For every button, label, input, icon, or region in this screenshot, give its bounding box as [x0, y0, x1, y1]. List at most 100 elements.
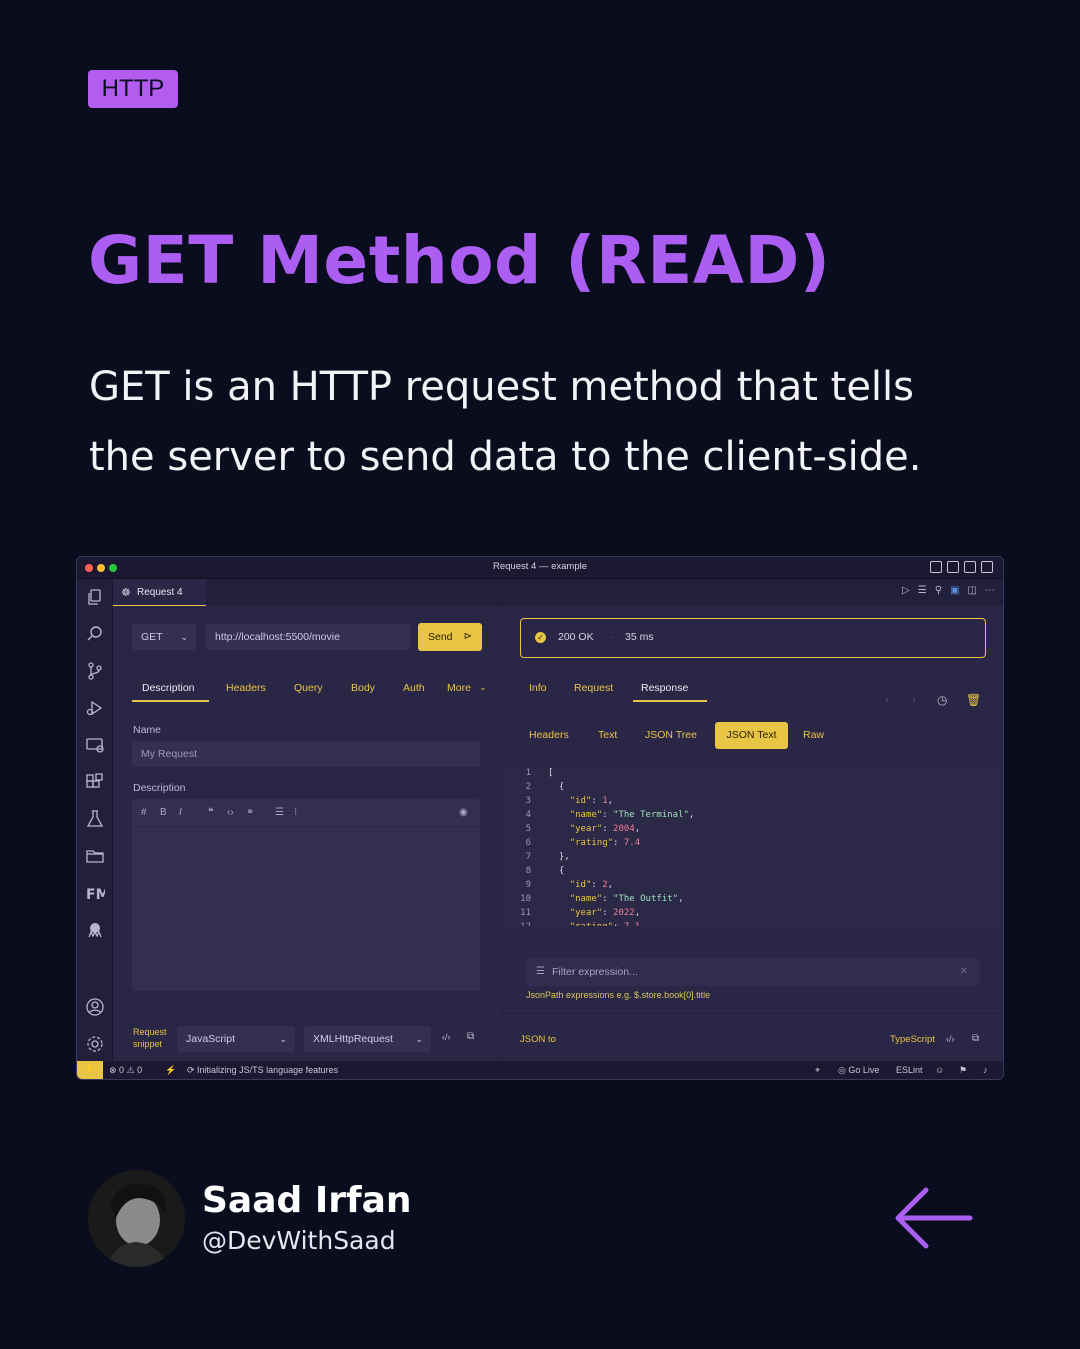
arrow-left-icon[interactable] — [892, 1184, 974, 1252]
plug-icon[interactable]: ⚡ — [165, 1065, 176, 1076]
view-tab-text[interactable]: Text — [598, 729, 617, 741]
tab-body[interactable]: Body — [351, 682, 375, 694]
request-snippet-label: Request snippet — [133, 1026, 167, 1050]
name-label: Name — [133, 724, 162, 736]
more-actions-icon[interactable]: ⋯ — [985, 585, 995, 596]
snippet-label-line-1: Request — [133, 1027, 167, 1037]
tab-auth[interactable]: Auth — [403, 682, 425, 694]
filter-expression-input[interactable]: ☰ Filter expression... ✕ — [526, 958, 980, 986]
description-editor[interactable]: # B I ❝ ‹› ⚭ ☰ ⁝ ◉ — [132, 799, 480, 991]
view-tab-json-tree[interactable]: JSON Tree — [645, 729, 697, 741]
more-chevron-icon: ⌄ — [479, 682, 487, 692]
run-debug-icon[interactable] — [85, 698, 105, 718]
method-select[interactable]: GET ⌄ — [132, 624, 196, 650]
bold-icon[interactable]: B — [160, 807, 167, 818]
snippet-label-line-2: snippet — [133, 1039, 163, 1049]
numbered-list-icon[interactable]: ⁝ — [294, 807, 297, 818]
snippet-library-select[interactable]: XMLHttpRequest ⌄ — [304, 1026, 431, 1052]
code-icon[interactable]: ‹› — [227, 807, 234, 818]
line-number: 11 — [520, 908, 531, 918]
snippet-language-select[interactable]: JavaScript ⌄ — [177, 1026, 295, 1052]
settings-gear-icon[interactable] — [85, 1034, 105, 1054]
list-icon[interactable]: ☰ — [918, 585, 927, 596]
view-code-icon[interactable]: ‹/› — [946, 1034, 955, 1044]
copilot-icon[interactable]: ☺ — [935, 1065, 944, 1075]
split-editor-icon[interactable]: ◫ — [968, 585, 977, 596]
line-number: 6 — [525, 838, 531, 848]
line-number: 3 — [525, 796, 531, 806]
bullet-list-icon[interactable]: ☰ — [275, 807, 284, 818]
customize-layout-icon[interactable] — [981, 561, 993, 573]
copy-icon[interactable]: ⧉ — [467, 1031, 474, 1042]
testing-icon[interactable] — [85, 809, 105, 829]
remote-explorer-icon[interactable] — [85, 735, 105, 755]
title-bar: Request 4 — example — [77, 557, 1003, 579]
tab-headers[interactable]: Headers — [226, 682, 266, 694]
method-value: GET — [141, 631, 163, 643]
tab-response[interactable]: Response — [641, 682, 688, 694]
send-button[interactable]: Send ⊳ — [418, 623, 482, 651]
eslint-status[interactable]: ESLint — [896, 1065, 923, 1075]
folder-icon[interactable] — [85, 846, 105, 866]
heading-icon[interactable]: # — [141, 807, 147, 818]
format-icon[interactable]: ⚲ — [935, 585, 942, 596]
trash-icon[interactable]: 🗑 — [966, 693, 981, 707]
tab-request[interactable]: Request — [574, 682, 613, 694]
copy-icon[interactable]: ⧉ — [972, 1033, 979, 1044]
remote-indicator-icon[interactable]: ⚡ — [77, 1061, 103, 1079]
fm-icon[interactable]: FM — [85, 883, 110, 903]
source-control-icon[interactable] — [85, 661, 105, 681]
back-arrow-icon[interactable]: ‹ — [885, 694, 889, 706]
status-code: 200 OK — [558, 631, 594, 643]
view-tab-json-text[interactable]: JSON Text — [715, 722, 788, 749]
run-icon[interactable]: ▷ — [902, 585, 910, 596]
preview-icon[interactable]: ▣ — [950, 585, 959, 596]
view-code-icon[interactable]: ‹/› — [442, 1032, 451, 1042]
toggle-secondary-sidebar-icon[interactable] — [964, 561, 976, 573]
url-input[interactable]: http://localhost:5500/movie — [206, 624, 410, 650]
window-title: Request 4 — example — [493, 561, 587, 572]
quote-icon[interactable]: ❝ — [208, 807, 213, 818]
clear-filter-icon[interactable]: ✕ — [960, 958, 968, 986]
feedback-icon[interactable]: ⚑ — [959, 1065, 967, 1076]
code-line: "year": 2004, — [569, 824, 641, 834]
account-icon[interactable] — [85, 997, 105, 1017]
tab-info[interactable]: Info — [529, 682, 547, 694]
code-line: }, — [548, 852, 570, 862]
divider — [501, 1013, 1003, 1014]
name-input[interactable]: My Request — [132, 741, 480, 767]
tab-query[interactable]: Query — [294, 682, 323, 694]
json-response-viewer[interactable]: 1 [2 {3 "id": 1, 4 "name": "The Terminal",… — [501, 766, 1003, 926]
search-icon[interactable] — [85, 624, 105, 644]
view-tab-headers[interactable]: Headers — [529, 729, 569, 741]
view-tab-raw[interactable]: Raw — [803, 729, 824, 741]
diff-icon[interactable]: ⌖ — [815, 1065, 820, 1076]
explorer-icon[interactable] — [85, 587, 105, 607]
code-line: "rating": 7.1 — [548, 920, 640, 926]
thunder-client-icon[interactable] — [85, 920, 105, 940]
problems-indicator[interactable]: ⊗ 0 ⚠ 0 — [109, 1065, 142, 1076]
layout-controls — [930, 561, 993, 573]
italic-icon[interactable]: I — [179, 807, 182, 818]
forward-arrow-icon[interactable]: › — [912, 694, 916, 706]
response-time: 35 ms — [625, 631, 654, 643]
link-icon[interactable]: ⚭ — [246, 807, 254, 818]
go-live-button[interactable]: ◎ Go Live — [838, 1065, 879, 1076]
code-line: { — [548, 782, 565, 792]
page-title: GET Method (READ) — [88, 222, 831, 299]
preview-eye-icon[interactable]: ◉ — [459, 807, 468, 818]
toggle-sidebar-icon[interactable] — [930, 561, 942, 573]
code-line: [ — [548, 768, 554, 778]
tab-description[interactable]: Description — [142, 682, 195, 694]
tab-request-4[interactable]: ☸ Request 4 — [113, 579, 206, 606]
toggle-panel-icon[interactable] — [947, 561, 959, 573]
history-icon[interactable]: ◷ — [937, 693, 947, 707]
tab-more[interactable]: More — [447, 682, 471, 694]
filter-icon: ☰ — [536, 966, 545, 977]
line-number: 12 — [501, 920, 531, 926]
notifications-bell-icon[interactable]: ♪ — [983, 1065, 988, 1075]
typescript-label[interactable]: TypeScript — [890, 1034, 935, 1045]
code-line: "name": "The Outfit", — [569, 894, 684, 904]
extensions-icon[interactable] — [85, 772, 105, 792]
status-message: ⟳ Initializing JS/TS language features — [187, 1065, 339, 1075]
